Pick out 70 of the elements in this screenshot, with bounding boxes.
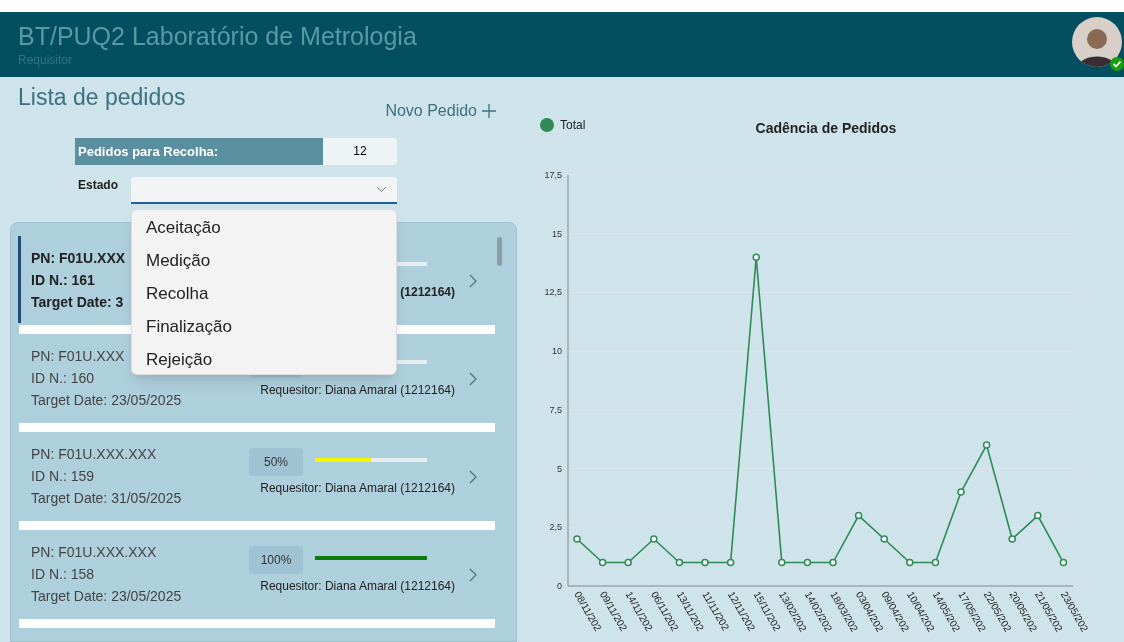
data-point xyxy=(906,558,914,567)
target-date: Target Date: 3 xyxy=(31,293,124,312)
data-point xyxy=(598,558,607,567)
filter-label: Estado xyxy=(78,177,119,193)
part-number: PN: F01U.XXX xyxy=(31,249,126,268)
part-number: PN: F01U.XXX xyxy=(31,347,125,366)
y-tick-label: 12,5 xyxy=(544,287,562,298)
data-point xyxy=(854,511,863,520)
page-title: Lista de pedidos xyxy=(18,83,186,112)
chevron-right-icon[interactable] xyxy=(469,469,477,484)
data-point xyxy=(982,441,991,449)
data-point xyxy=(1034,511,1042,520)
data-point xyxy=(573,535,581,543)
y-tick-label: 5 xyxy=(557,463,562,474)
part-number: PN: F01U.XXX.XXX xyxy=(31,445,157,464)
progress-percent: 50% xyxy=(249,448,303,476)
requester-text: Requesitor: Diana Amaral (1212164) xyxy=(260,480,455,497)
data-point xyxy=(829,558,837,567)
data-point xyxy=(880,535,888,543)
target-date: Target Date: 23/05/2025 xyxy=(31,587,182,606)
chart-title: Cadência de Pedidos xyxy=(755,120,897,136)
state-dropdown[interactable] xyxy=(131,177,397,204)
summary-value: 12 xyxy=(323,138,397,165)
data-point xyxy=(1059,558,1068,567)
app-title: BT/PUQ2 Laboratório de Metrologia xyxy=(18,21,417,52)
requester-text: Requesitor: Diana Amaral (1212164) xyxy=(260,382,455,399)
data-point xyxy=(778,558,786,567)
requester-text: (1212164) xyxy=(400,284,455,301)
order-row[interactable]: PN: F01U.XXX.XXX ID N.: 158 Target Date: 23/05/2025 100% Requesitor: Diana Amaral (1212164) xyxy=(18,530,494,617)
data-point xyxy=(957,488,965,496)
target-date: Target Date: 23/05/2025 xyxy=(31,391,182,410)
progress-percent: 100% xyxy=(249,546,303,574)
requester-text: Requesitor: Diana Amaral (1212164) xyxy=(260,578,455,595)
y-tick-label: 7,5 xyxy=(549,404,562,415)
user-avatar[interactable] xyxy=(1072,17,1122,67)
dropdown-option[interactable]: Recolha xyxy=(132,277,396,310)
scrollbar-thumb[interactable] xyxy=(497,237,502,266)
chevron-right-icon[interactable] xyxy=(469,273,477,288)
order-id: ID N.: 158 xyxy=(31,565,95,584)
chevron-right-icon[interactable] xyxy=(469,371,477,386)
order-id: ID N.: 161 xyxy=(31,271,95,290)
y-tick-label: 15 xyxy=(552,228,562,239)
y-tick-label: 0 xyxy=(557,581,562,591)
chevron-down-icon xyxy=(376,186,387,193)
order-id: ID N.: 159 xyxy=(31,467,95,486)
legend-label: Total xyxy=(560,118,586,132)
order-id: ID N.: 160 xyxy=(31,369,95,388)
summary-label: Pedidos para Recolha: xyxy=(75,138,323,165)
data-point xyxy=(803,558,812,567)
y-tick-label: 10 xyxy=(552,346,562,357)
data-point xyxy=(1008,535,1016,543)
target-date: Target Date: 31/05/2025 xyxy=(31,489,182,508)
data-point xyxy=(931,558,940,567)
data-point xyxy=(752,253,760,261)
chevron-right-icon[interactable] xyxy=(469,567,477,582)
data-point xyxy=(701,558,709,567)
dropdown-option[interactable]: Finalização xyxy=(132,310,396,343)
dropdown-option[interactable]: Rejeição xyxy=(132,343,396,376)
dropdown-option[interactable]: Medição xyxy=(132,244,396,277)
y-tick-label: 2,5 xyxy=(549,522,562,533)
data-point xyxy=(624,558,632,567)
dropdown-option[interactable]: Aceitação xyxy=(132,211,396,244)
new-order-button[interactable]: Novo Pedido xyxy=(385,100,496,122)
data-point xyxy=(726,558,735,567)
data-point xyxy=(675,558,684,567)
data-point xyxy=(650,535,658,543)
y-tick-label: 17,5 xyxy=(544,170,562,180)
order-row[interactable]: PN: F01U.XXX.XXX ID N.: 159 Target Date: 31/05/2025 50% Requesitor: Diana Amaral (1212164) xyxy=(18,432,494,519)
plus-icon xyxy=(482,104,496,118)
part-number: PN: F01U.XXX.XXX xyxy=(31,543,157,562)
